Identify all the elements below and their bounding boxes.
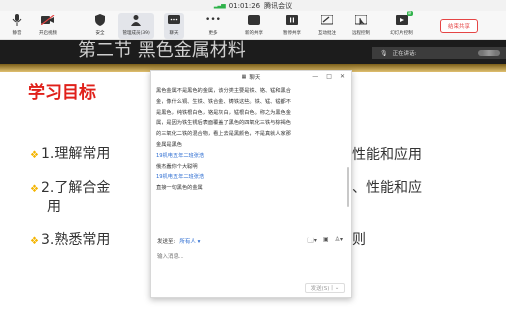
chat-app-icon: ▦ <box>241 74 247 80</box>
new-badge: 新 <box>407 11 413 16</box>
close-icon[interactable]: ✕ <box>340 73 345 80</box>
diamond-bullet-icon: ❖ <box>30 184 39 195</box>
mute-button[interactable]: 静音 <box>10 13 24 36</box>
new-share-button[interactable]: 新的共享 <box>244 13 264 36</box>
send-to-dropdown[interactable]: 所有人 ▾ <box>179 237 200 245</box>
start-video-label: 开启视频 <box>39 30 58 36</box>
speaker-name-blurred <box>478 50 500 56</box>
diamond-bullet-icon: ❖ <box>30 236 39 247</box>
security-button[interactable]: 安全 <box>93 13 107 36</box>
chat-titlebar[interactable]: ▦ 聊天 — □ ✕ <box>151 71 351 83</box>
chat-message: 俄杰蠢你个大聪明 <box>156 163 198 170</box>
manage-members-label: 管理成员(39) <box>122 30 150 36</box>
send-to-label: 发送至: <box>157 239 176 245</box>
speaking-label: 正在讲话: <box>392 51 417 57</box>
chat-window: ▦ 聊天 — □ ✕ 黑色金属不是黑色的金属，该分类主要是铁、铬、锰和黑合 金，… <box>150 70 352 298</box>
microphone-icon <box>10 13 24 27</box>
more-icon: ••• <box>205 15 221 25</box>
chat-message: 的三氧化二铁的混合物，看上去是黑颜色，不是真就人家那 <box>156 131 291 138</box>
slide-title: 第二节 黑色金属材料 <box>78 40 246 61</box>
chat-scrollbar[interactable] <box>347 167 349 207</box>
send-button[interactable]: 发送(S) | ⌄ <box>305 283 345 293</box>
bullet-item-1: ❖ 1.理解常用 <box>30 146 111 162</box>
more-label: 更多 <box>208 30 218 36</box>
minimize-icon[interactable]: — <box>312 73 318 80</box>
chat-button[interactable]: 聊天 <box>164 13 184 39</box>
annotation-button[interactable]: 互动批注 <box>317 13 337 36</box>
chat-message: 是黑色，纯铁根白色，铬是灰白，锰根白色。称之为黑色金 <box>156 109 291 116</box>
file-icon[interactable]: ▣ <box>323 236 329 246</box>
section-heading: 学习目标 <box>28 83 96 103</box>
chat-message: 金属是黑色 <box>156 141 182 148</box>
pause-share-button[interactable]: 暂停共享 <box>282 13 302 36</box>
manage-members-button[interactable]: 管理成员(39) <box>118 13 155 39</box>
signal-icon: ▂▃▅ <box>213 2 226 9</box>
bullet-item-3: ❖ 3.熟悉常用 <box>30 232 111 248</box>
chat-title: 聊天 <box>249 75 261 81</box>
end-share-button[interactable]: 结束共享 <box>440 19 478 33</box>
maximize-icon[interactable]: □ <box>326 73 332 80</box>
start-video-button[interactable]: 开启视频 <box>38 13 58 36</box>
chat-message-input[interactable] <box>157 247 337 267</box>
video-off-icon <box>41 13 55 27</box>
chat-label: 聊天 <box>169 30 179 36</box>
remote-control-label: 远程控制 <box>352 30 371 36</box>
speaker-mic-icon: 🎙 <box>380 49 388 57</box>
security-label: 安全 <box>95 30 105 36</box>
chat-message: 属，是因为铁生锈后表面覆盖了黑色的四氧化三铁与棕褐色 <box>156 120 291 127</box>
mute-label: 静音 <box>12 30 22 36</box>
remote-control-button[interactable]: 远程控制 <box>351 13 371 36</box>
chat-message-list[interactable]: 黑色金属不是黑色的金属，该分类主要是铁、铬、锰和黑合 金，像什么铜、生铁、铁合金… <box>151 83 351 231</box>
bullet-1-tail: 性能和应用 <box>352 147 422 163</box>
chat-sender-name[interactable]: 19机电五年二班张浩 <box>156 151 346 162</box>
members-icon <box>129 13 143 27</box>
chat-message: 直接一句黑色的金属 <box>156 185 203 192</box>
meeting-toolbar: 静音 开启视频 安全 管理成员(39) 聊天 ••• 更多 新的共享 暂停共享 … <box>0 11 506 40</box>
diamond-bullet-icon: ❖ <box>30 150 39 161</box>
annotation-label: 互动批注 <box>318 30 337 36</box>
bullet-item-2: ❖ 2.了解合金 <box>30 180 111 196</box>
chat-message: 黑色金属不是黑色的金属，该分类主要是铁、铬、锰和黑合 <box>156 88 291 94</box>
share-screen-icon <box>247 13 261 27</box>
slide-control-icon: 新 <box>395 11 413 27</box>
member-icon[interactable]: ♙▾ <box>335 236 343 246</box>
chat-sender-name[interactable]: 19机电五年二班张浩 <box>156 172 346 183</box>
chat-icon <box>167 13 181 27</box>
more-button[interactable]: ••• 更多 <box>205 13 221 36</box>
slide-control-label: 幻灯片控制 <box>390 30 413 36</box>
pause-share-label: 暂停共享 <box>283 30 302 36</box>
chat-message: 金，像什么铜、生铁、铁合金、铸铁这些。铁、锰、锰都不 <box>156 98 291 105</box>
remote-control-icon <box>354 13 368 27</box>
chat-tools: 🗔▾ ▣ ♙▾ <box>307 236 343 246</box>
annotation-icon <box>320 13 334 27</box>
pause-icon <box>285 13 299 27</box>
slide-control-button[interactable]: 新 幻灯片控制 <box>389 11 414 36</box>
new-share-label: 新的共享 <box>245 30 264 36</box>
bullet-3-tail: 则 <box>352 232 366 248</box>
app-name: 腾讯会议 <box>264 1 293 10</box>
shield-icon <box>93 13 107 27</box>
speaking-indicator: 🎙 正在讲话: <box>372 47 506 59</box>
meeting-timer: 01:01:26 <box>228 1 261 10</box>
image-icon[interactable]: 🗔▾ <box>307 236 317 246</box>
bullet-2-tail: 、性能和应 <box>352 180 422 196</box>
window-title-bar: ▂▃▅ 01:01:26 腾讯会议 <box>0 0 506 11</box>
bullet-item-2-wrap: 用 <box>47 199 61 215</box>
